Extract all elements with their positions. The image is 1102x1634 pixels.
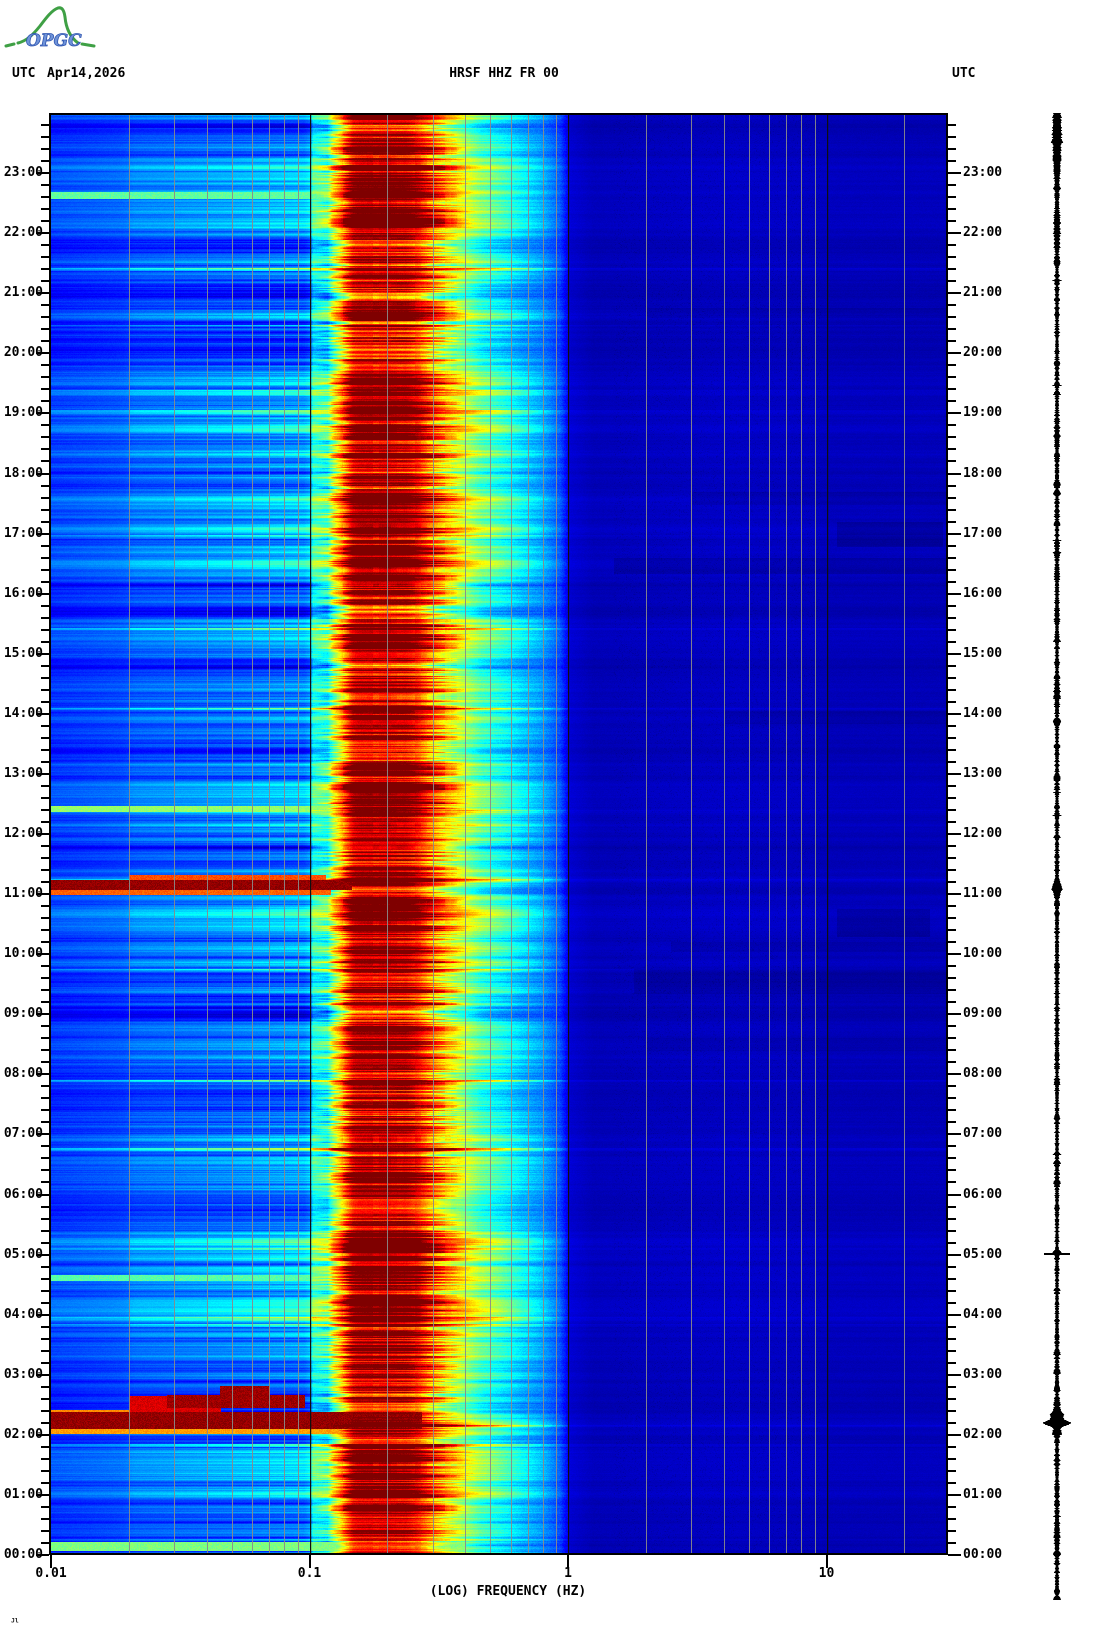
time-label-right-1000: 10:00 [963, 946, 1003, 962]
time-label-right-0200: 02:00 [963, 1427, 1003, 1443]
time-label-right-0900: 09:00 [963, 1006, 1003, 1022]
time-label-right-2100: 21:00 [963, 285, 1003, 301]
freq-tick-label-1: 1 [564, 1566, 572, 1581]
corner-mark: Jl [11, 1617, 19, 1624]
time-label-left-0900: 09:00 [3, 1006, 43, 1022]
time-label-right-1400: 14:00 [963, 706, 1003, 722]
time-label-left-2100: 21:00 [3, 285, 43, 301]
page: OPGC UTC Apr14,2026 HRSF HHZ FR 00 UTC 0… [0, 0, 1102, 1634]
time-label-left-2300: 23:00 [3, 165, 43, 181]
freq-tick-label-0.1: 0.1 [298, 1566, 321, 1581]
time-label-left-0400: 04:00 [3, 1307, 43, 1323]
time-label-left-1700: 17:00 [3, 526, 43, 542]
time-label-right-2200: 22:00 [963, 225, 1003, 241]
time-label-left-0300: 03:00 [3, 1367, 43, 1383]
time-label-right-1800: 18:00 [963, 466, 1003, 482]
time-label-right-2300: 23:00 [963, 165, 1003, 181]
time-label-right-2000: 20:00 [963, 345, 1003, 361]
time-label-right-0600: 06:00 [963, 1187, 1003, 1203]
time-label-left-2000: 20:00 [3, 345, 43, 361]
time-label-left-0800: 08:00 [3, 1066, 43, 1082]
time-label-right-1700: 17:00 [963, 526, 1003, 542]
time-label-left-0000: 00:00 [3, 1547, 43, 1563]
time-label-right-1500: 15:00 [963, 646, 1003, 662]
time-label-right-1600: 16:00 [963, 586, 1003, 602]
time-label-right-1900: 19:00 [963, 405, 1003, 421]
time-label-left-1500: 15:00 [3, 646, 43, 662]
time-label-left-1100: 11:00 [3, 886, 43, 902]
time-label-left-1000: 10:00 [3, 946, 43, 962]
freq-tick-label-10: 10 [819, 1566, 835, 1581]
time-label-right-1300: 13:00 [963, 766, 1003, 782]
time-label-left-1400: 14:00 [3, 706, 43, 722]
time-label-right-0800: 08:00 [963, 1066, 1003, 1082]
time-label-left-0200: 02:00 [3, 1427, 43, 1443]
time-label-right-1200: 12:00 [963, 826, 1003, 842]
time-label-left-0600: 06:00 [3, 1187, 43, 1203]
time-label-left-0500: 05:00 [3, 1247, 43, 1263]
time-label-right-0300: 03:00 [963, 1367, 1003, 1383]
time-label-right-0000: 00:00 [963, 1547, 1003, 1563]
time-label-right-1100: 11:00 [963, 886, 1003, 902]
time-label-right-0700: 07:00 [963, 1126, 1003, 1142]
time-label-left-1800: 18:00 [3, 466, 43, 482]
time-label-right-0400: 04:00 [963, 1307, 1003, 1323]
time-label-left-1600: 16:00 [3, 586, 43, 602]
time-label-left-0700: 07:00 [3, 1126, 43, 1142]
time-label-left-1900: 19:00 [3, 405, 43, 421]
x-axis-title: (LOG) FREQUENCY (HZ) [430, 1584, 587, 1599]
time-label-right-0500: 05:00 [963, 1247, 1003, 1263]
time-label-left-2200: 22:00 [3, 225, 43, 241]
time-label-left-1200: 12:00 [3, 826, 43, 842]
time-label-right-0100: 01:00 [963, 1487, 1003, 1503]
time-label-left-1300: 13:00 [3, 766, 43, 782]
freq-tick-label-0.01: 0.01 [35, 1566, 66, 1581]
axes-ticks-canvas [0, 0, 1102, 1634]
time-label-left-0100: 01:00 [3, 1487, 43, 1503]
seismogram-trace-canvas [1025, 113, 1089, 1600]
